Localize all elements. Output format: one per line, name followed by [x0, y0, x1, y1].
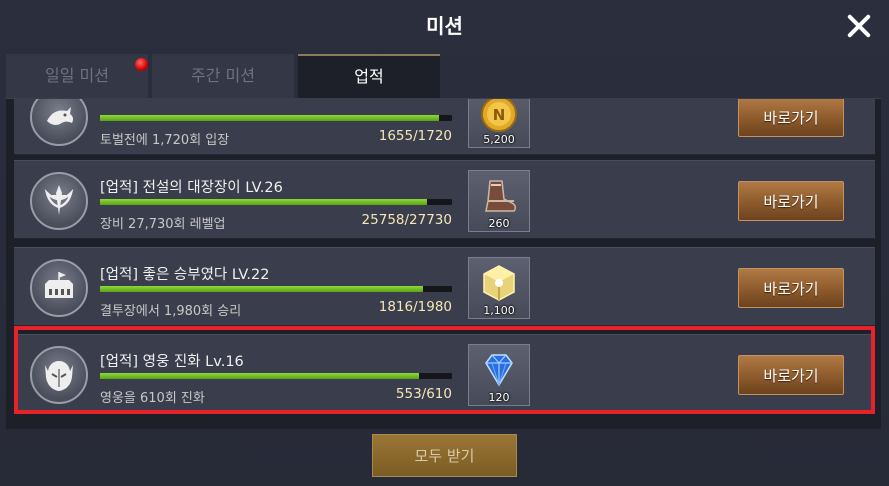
mission-desc: 결투장에서 1,980회 승리 [100, 304, 242, 319]
mission-desc: 토벌전에 1,720회 입장 [100, 133, 230, 148]
mission-card: 토벌전에 1,720회 입장 1655/1720 N 5,200 바로가기 [14, 99, 875, 155]
mission-title: [업적] 전설의 대장장이 LV.26 [100, 180, 283, 196]
alert-dot-icon [135, 58, 148, 71]
close-icon[interactable] [845, 12, 873, 40]
mission-count: 25758/27730 [361, 212, 452, 228]
mission-title: [업적] 좋은 승부였다 LV.22 [100, 267, 270, 283]
progress-fill [100, 199, 427, 205]
go-button[interactable]: 바로가기 [738, 268, 844, 308]
progress-bar [100, 115, 452, 121]
mission-card: [업적] 전설의 대장장이 LV.26 장비 27,730회 레벨업 25758… [14, 160, 875, 239]
progress-fill [100, 115, 439, 121]
dragon-icon [30, 99, 88, 146]
window-title: 미션 [426, 14, 463, 38]
go-button[interactable]: 바로가기 [738, 99, 844, 137]
mission-count: 1816/1980 [378, 299, 452, 315]
reward-quantity: 5,200 [483, 133, 515, 146]
reward-slot[interactable]: 1,100 [468, 257, 530, 319]
sword-emblem-icon [30, 172, 88, 230]
gold-coin-icon: N [481, 99, 517, 132]
reward-quantity: 260 [488, 217, 510, 230]
reward-slot[interactable]: N 5,200 [468, 99, 530, 148]
tab-weekly-missions[interactable]: 주간 미션 [152, 54, 294, 98]
reward-quantity: 1,100 [483, 304, 515, 317]
boots-icon [485, 180, 517, 212]
go-button[interactable]: 바로가기 [738, 181, 844, 221]
progress-bar [100, 199, 452, 205]
tab-label: 주간 미션 [191, 66, 255, 85]
cube-icon [483, 265, 515, 301]
tab-bar: 일일 미션 주간 미션 업적 [6, 54, 881, 98]
tab-label: 일일 미션 [45, 66, 109, 85]
progress-fill [100, 286, 423, 292]
reward-slot[interactable]: 260 [468, 170, 530, 232]
tab-daily-missions[interactable]: 일일 미션 [6, 54, 148, 98]
tab-achievements[interactable]: 업적 [298, 54, 440, 98]
progress-bar [100, 286, 452, 292]
claim-all-button[interactable]: 모두 받기 [372, 434, 517, 477]
mission-count: 1655/1720 [378, 128, 452, 144]
highlight-box [14, 326, 875, 414]
svg-text:N: N [493, 106, 506, 124]
mission-desc: 장비 27,730회 레벨업 [100, 217, 226, 232]
tab-label: 업적 [354, 67, 384, 86]
arena-icon [30, 259, 88, 317]
mission-card: [업적] 좋은 승부였다 LV.22 결투장에서 1,980회 승리 1816/… [14, 247, 875, 326]
